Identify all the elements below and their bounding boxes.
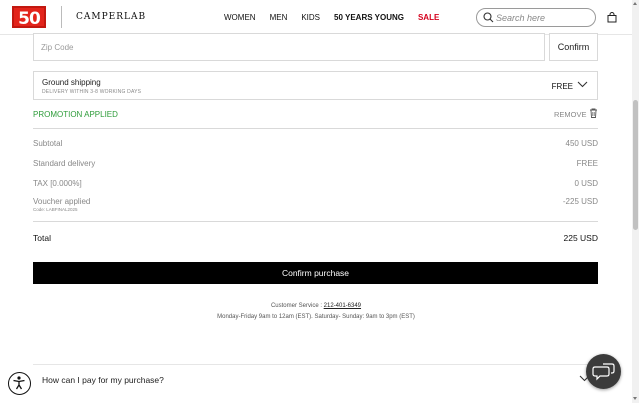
tax-label: TAX [0.000%]	[33, 179, 82, 188]
standard-delivery-label: Standard delivery	[33, 159, 96, 168]
nav-women[interactable]: WOMEN	[224, 13, 256, 22]
scroll-up-arrow[interactable]	[633, 2, 637, 5]
chevron-down-icon	[577, 81, 588, 88]
shopping-bag-icon[interactable]	[607, 12, 617, 23]
search-input[interactable]	[496, 11, 592, 25]
nav-men[interactable]: MEN	[270, 13, 288, 22]
total-value: 225 USD	[563, 233, 599, 243]
chat-icon	[592, 363, 615, 381]
shipping-subtitle: DELIVERY WITHIN 3-8 WORKING DAYS	[42, 89, 142, 95]
main-nav: WOMEN MEN KIDS 50 YEARS YOUNG SALE	[224, 13, 439, 22]
voucher-code: Code: LABFINAL2025	[33, 207, 78, 212]
total-label: Total	[33, 233, 51, 243]
nav-kids[interactable]: KIDS	[301, 13, 320, 22]
customer-service-phone-link[interactable]: 212-401-6349	[324, 303, 361, 309]
search-box[interactable]	[476, 8, 596, 27]
shipping-price: FREE	[551, 82, 573, 91]
divider	[33, 128, 598, 129]
voucher-value: -225 USD	[562, 197, 598, 206]
standard-delivery-value: FREE	[576, 159, 598, 168]
shipping-title: Ground shipping	[42, 78, 101, 87]
confirm-zip-button[interactable]: Confirm	[549, 33, 598, 61]
confirm-purchase-button[interactable]: Confirm purchase	[33, 262, 598, 284]
nav-50-years-young[interactable]: 50 YEARS YOUNG	[334, 13, 404, 22]
customer-service-line: Customer Service : 212-401-6349	[0, 303, 632, 309]
logo-divider	[61, 6, 62, 28]
chat-button[interactable]	[586, 354, 621, 389]
trash-icon[interactable]	[589, 108, 598, 118]
shipping-method-select[interactable]: Ground shipping DELIVERY WITHIN 3-8 WORK…	[33, 71, 598, 100]
nav-sale[interactable]: SALE	[418, 13, 439, 22]
scroll-down-arrow[interactable]	[633, 397, 637, 400]
voucher-label: Voucher applied	[33, 197, 91, 206]
customer-service-label: Customer Service :	[270, 303, 322, 309]
faq-question[interactable]: How can I pay for my purchase?	[42, 375, 164, 385]
accessibility-button[interactable]	[8, 372, 31, 395]
remove-promotion-button[interactable]: REMOVE	[554, 110, 587, 119]
accessibility-icon	[13, 376, 25, 390]
faq-divider	[33, 364, 598, 365]
subtotal-label: Subtotal	[33, 139, 63, 148]
tax-value: 0 USD	[574, 179, 598, 188]
divider	[33, 221, 598, 222]
zip-code-field[interactable]	[33, 33, 545, 61]
search-icon	[483, 12, 494, 23]
site-header: 50 CAMPERLAB WOMEN MEN KIDS 50 YEARS YOU…	[0, 0, 632, 35]
customer-service-hours: Monday-Friday 9am to 12am (EST). Saturda…	[217, 314, 415, 320]
scrollbar-thumb[interactable]	[633, 100, 638, 230]
anniversary-logo[interactable]: 50	[12, 6, 46, 29]
zip-code-input[interactable]	[34, 34, 544, 60]
brand-logo[interactable]: CAMPERLAB	[76, 12, 146, 22]
subtotal-value: 450 USD	[565, 139, 598, 148]
promotion-applied-label: PROMOTION APPLIED	[33, 110, 118, 119]
